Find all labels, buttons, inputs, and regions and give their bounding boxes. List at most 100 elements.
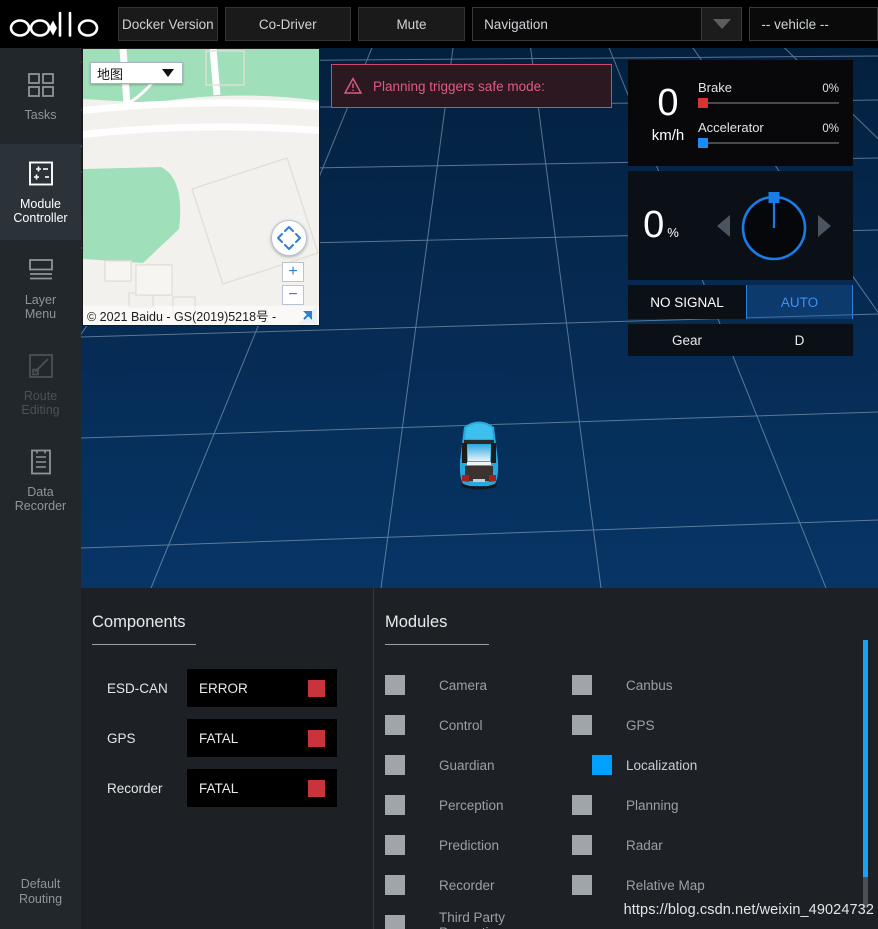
module-toggle-perception[interactable]: Perception	[385, 785, 572, 825]
steering-unit: %	[667, 225, 679, 240]
brake-label: Brake	[698, 79, 732, 95]
components-list: ESD-CAN ERROR GPS FATAL Recorder FATAL	[81, 663, 373, 813]
module-label: Radar	[626, 837, 663, 853]
map-pan-control[interactable]	[271, 220, 307, 256]
map-type-selector[interactable]: 地图	[90, 62, 183, 84]
component-status-text: ERROR	[199, 680, 248, 696]
toggle-switch-icon[interactable]	[385, 835, 425, 855]
vehicle-select-value: -- vehicle --	[761, 16, 829, 32]
components-panel: Components ESD-CAN ERROR GPS FATAL Recor…	[81, 588, 373, 929]
sidebar-item-tasks[interactable]: Tasks	[0, 48, 81, 144]
default-routing-button[interactable]: Default Routing	[0, 855, 81, 929]
gear-row: Gear D	[628, 324, 853, 356]
module-label: Planning	[626, 797, 679, 813]
components-title-underline	[92, 644, 196, 645]
module-label: Third Party Perception	[439, 910, 506, 929]
scene-3d-view[interactable]: 地图 + − © 2021 Baidu - GS(2019)5218号 - Pl…	[81, 48, 878, 588]
toggle-switch-icon[interactable]	[572, 875, 612, 895]
toggle-switch-icon[interactable]	[572, 795, 612, 815]
steering-panel: 0%	[628, 171, 853, 280]
sidebar-item-data-recorder[interactable]: Data Recorder	[0, 432, 81, 528]
module-label: GPS	[626, 717, 655, 733]
sidebar-item-route-editing-label: Route Editing	[21, 389, 60, 417]
baidu-logo-icon	[298, 306, 317, 324]
mute-label: Mute	[396, 16, 427, 32]
module-toggle-canbus[interactable]: Canbus	[572, 665, 759, 705]
toggle-switch-icon[interactable]	[572, 835, 612, 855]
steering-value: 0	[643, 204, 665, 246]
module-toggle-planning[interactable]: Planning	[572, 785, 759, 825]
sidebar-item-layer-menu[interactable]: Layer Menu	[0, 240, 81, 336]
module-toggle-localization[interactable]: Localization	[572, 745, 759, 785]
module-toggle-guardian[interactable]: Guardian	[385, 745, 572, 785]
zoom-in-icon: +	[288, 263, 298, 280]
mode-select-value: Navigation	[484, 16, 548, 32]
accelerator-knob	[698, 137, 708, 148]
vehicle-select[interactable]: -- vehicle --	[749, 7, 878, 41]
docker-version-button[interactable]: Docker Version	[118, 7, 218, 41]
sidebar-item-route-editing: Route Editing	[0, 336, 81, 432]
component-status-box: ERROR	[187, 669, 337, 707]
ego-vehicle-icon	[455, 413, 503, 493]
brake-track	[698, 97, 839, 108]
module-toggle-camera[interactable]: Camera	[385, 665, 572, 705]
mute-button[interactable]: Mute	[357, 7, 466, 41]
toggle-switch-icon[interactable]	[385, 675, 425, 695]
toggle-switch-icon[interactable]	[572, 755, 612, 775]
turn-left-indicator-icon	[716, 214, 730, 237]
component-name: Recorder	[107, 780, 163, 796]
sidebar-item-module-controller-label: Module Controller	[13, 197, 68, 225]
module-toggle-third-party-perception[interactable]: Third Party Perception	[385, 905, 572, 929]
module-toggle-relative-map[interactable]: Relative Map	[572, 865, 759, 905]
map-zoom-out-button[interactable]: −	[282, 285, 304, 305]
steering-readout: 0%	[628, 204, 694, 247]
baidu-map-panel[interactable]: 地图 + − © 2021 Baidu - GS(2019)5218号 -	[82, 48, 320, 326]
component-row-gps: GPS FATAL	[81, 713, 373, 763]
status-indicator-icon	[308, 729, 325, 747]
map-credit-text: © 2021 Baidu - GS(2019)5218号 -	[87, 310, 277, 324]
grid-squares-icon	[26, 70, 56, 100]
map-zoom-in-button[interactable]: +	[282, 262, 304, 282]
layers-icon	[26, 255, 56, 285]
toggle-switch-icon[interactable]	[385, 755, 425, 775]
gear-value: D	[794, 332, 805, 348]
apollo-dreamview-app: Docker Version Co-Driver Mute Navigation…	[0, 0, 878, 929]
module-toggle-recorder[interactable]: Recorder	[385, 865, 572, 905]
turn-right-indicator-icon	[817, 214, 831, 237]
modules-title-underline	[385, 644, 489, 645]
module-toggle-prediction[interactable]: Prediction	[385, 825, 572, 865]
mode-select[interactable]: Navigation	[472, 7, 743, 41]
sidebar-item-tasks-label: Tasks	[24, 108, 57, 122]
modules-scrollbar-thumb[interactable]	[863, 640, 868, 877]
module-label: Localization	[626, 757, 698, 773]
bottom-panels: Components ESD-CAN ERROR GPS FATAL Recor…	[81, 588, 878, 929]
sidebar: Tasks Module Controller Layer Menu Route…	[0, 48, 81, 929]
drive-mode-badge: AUTO	[746, 285, 853, 319]
co-driver-label: Co-Driver	[258, 16, 317, 32]
sidebar-item-module-controller[interactable]: Module Controller	[0, 144, 81, 240]
toggle-switch-icon[interactable]	[572, 675, 612, 695]
module-toggle-radar[interactable]: Radar	[572, 825, 759, 865]
status-indicator-icon	[308, 679, 325, 697]
module-toggle-control[interactable]: Control	[385, 705, 572, 745]
brake-knob	[698, 97, 708, 108]
toggle-switch-icon[interactable]	[385, 715, 425, 735]
sidebar-item-data-recorder-label: Data Recorder	[14, 485, 67, 513]
planning-alert: Planning triggers safe mode:	[331, 64, 612, 108]
module-label: Recorder	[439, 877, 495, 893]
toggle-switch-icon[interactable]	[572, 715, 612, 735]
module-label: Canbus	[626, 677, 673, 693]
toggle-switch-icon[interactable]	[385, 795, 425, 815]
speed-panel: 0 km/h Brake 0% Accelerator 0%	[628, 60, 853, 166]
steering-wheel-wrap	[694, 188, 853, 264]
component-row-esd-can: ESD-CAN ERROR	[81, 663, 373, 713]
modules-scrollbar[interactable]	[863, 640, 868, 908]
planning-alert-text: Planning triggers safe mode:	[373, 78, 545, 94]
signal-mode-row: NO SIGNAL AUTO	[628, 285, 853, 319]
module-toggle-gps[interactable]: GPS	[572, 705, 759, 745]
chevron-down-icon[interactable]	[701, 8, 742, 40]
co-driver-button[interactable]: Co-Driver	[224, 7, 351, 41]
toggle-switch-icon[interactable]	[385, 875, 425, 895]
toggle-switch-icon[interactable]	[385, 915, 425, 929]
